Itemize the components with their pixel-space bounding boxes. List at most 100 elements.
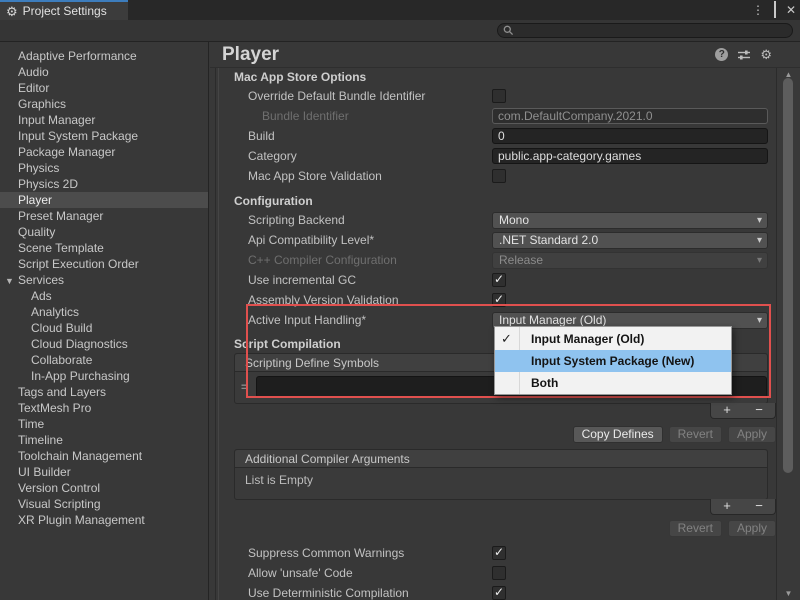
sidebar-item-script-execution-order[interactable]: Script Execution Order: [0, 256, 208, 272]
window-menu-icon[interactable]: ⋮: [752, 4, 764, 16]
sidebar-item-visual-scripting[interactable]: Visual Scripting: [0, 496, 208, 512]
assembly-version-validation-checkbox[interactable]: [492, 293, 506, 307]
sidebar-item-label: Physics: [18, 161, 59, 175]
sidebar-item-label: Timeline: [18, 433, 63, 447]
chevron-down-icon: ▾: [757, 233, 762, 248]
menu-item-label: Both: [531, 376, 558, 390]
menu-item-label: Input Manager (Old): [531, 332, 644, 346]
sidebar-item-input-manager[interactable]: Input Manager: [0, 112, 208, 128]
suppress-common-warnings-checkbox[interactable]: [492, 546, 506, 560]
apply-button-2[interactable]: Apply: [728, 520, 776, 537]
sidebar-item-cloud-build[interactable]: Cloud Build: [0, 320, 208, 336]
additional-compiler-arguments-box: Additional Compiler Arguments List is Em…: [234, 449, 768, 500]
search-input[interactable]: [497, 23, 793, 38]
sidebar-item-package-manager[interactable]: Package Manager: [0, 144, 208, 160]
sidebar-item-label: Quality: [18, 225, 55, 239]
api-compatibility-level-dropdown[interactable]: .NET Standard 2.0 ▾: [492, 232, 768, 249]
sidebar-item-tags-and-layers[interactable]: Tags and Layers: [0, 384, 208, 400]
sidebar-item-graphics[interactable]: Graphics: [0, 96, 208, 112]
sidebar-item-time[interactable]: Time: [0, 416, 208, 432]
section-configuration: Configuration: [210, 192, 776, 210]
maximize-icon[interactable]: [774, 1, 776, 18]
sidebar-item-version-control[interactable]: Version Control: [0, 480, 208, 496]
setting-row: Use Deterministic Compilation: [210, 583, 776, 600]
sidebar-item-physics-2d[interactable]: Physics 2D: [0, 176, 208, 192]
sidebar-item-analytics[interactable]: Analytics: [0, 304, 208, 320]
tab-bar: ⚙ Project Settings ⋮ ✕: [0, 0, 800, 20]
help-icon[interactable]: ?: [715, 48, 728, 61]
close-icon[interactable]: ✕: [786, 4, 796, 16]
sidebar-item-adaptive-performance[interactable]: Adaptive Performance: [0, 48, 208, 64]
field-label: Api Compatibility Level*: [248, 230, 374, 250]
scrollbar-thumb[interactable]: [783, 78, 793, 473]
sidebar-item-label: Services: [18, 273, 64, 287]
field-label: Override Default Bundle Identifier: [248, 86, 425, 106]
setting-row: Mac App Store Validation: [210, 166, 776, 186]
scroll-down-icon[interactable]: ▼: [777, 589, 800, 598]
chevron-down-icon: ▾: [757, 253, 762, 268]
category-field[interactable]: public.app-category.games: [492, 148, 768, 164]
sidebar-item-timeline[interactable]: Timeline: [0, 432, 208, 448]
build-field[interactable]: 0: [492, 128, 768, 144]
allow-unsafe-code-checkbox[interactable]: [492, 566, 506, 580]
override-default-bundle-identifier-checkbox[interactable]: [492, 89, 506, 103]
revert-button[interactable]: Revert: [669, 426, 722, 443]
section-mac-app-store-options: Mac App Store Options: [210, 68, 776, 86]
dropdown-value: .NET Standard 2.0: [499, 233, 598, 247]
sidebar-item-collaborate[interactable]: Collaborate: [0, 352, 208, 368]
field-label: C++ Compiler Configuration: [248, 250, 397, 270]
menu-item-input-system-package-new[interactable]: Input System Package (New): [495, 350, 731, 372]
sidebar-item-player[interactable]: Player: [0, 192, 208, 208]
sidebar-item-services[interactable]: ▼ Services: [0, 272, 208, 288]
sidebar-item-label: Graphics: [18, 97, 66, 111]
sidebar-item-toolchain-management[interactable]: Toolchain Management: [0, 448, 208, 464]
sidebar-item-label: Toolchain Management: [18, 449, 142, 463]
remove-argument-button[interactable]: −: [743, 499, 775, 514]
sidebar-item-xr-plugin-management[interactable]: XR Plugin Management: [0, 512, 208, 528]
dropdown-value: Input Manager (Old): [499, 313, 606, 327]
apply-button[interactable]: Apply: [728, 426, 776, 443]
add-define-button[interactable]: +: [711, 403, 743, 418]
sidebar-item-scene-template[interactable]: Scene Template: [0, 240, 208, 256]
add-argument-button[interactable]: +: [711, 499, 743, 514]
tab-project-settings[interactable]: ⚙ Project Settings: [0, 0, 128, 20]
menu-item-both[interactable]: Both: [495, 372, 731, 394]
sidebar-item-label: Version Control: [18, 481, 100, 495]
field-label: Use Deterministic Compilation: [248, 583, 409, 600]
setting-row: Override Default Bundle Identifier: [210, 86, 776, 106]
revert-button-2[interactable]: Revert: [669, 520, 722, 537]
mac-app-store-validation-checkbox[interactable]: [492, 169, 506, 183]
sidebar-item-ads[interactable]: Ads: [0, 288, 208, 304]
compiler-arguments-header: Additional Compiler Arguments: [235, 450, 767, 468]
use-incremental-gc-checkbox[interactable]: [492, 273, 506, 287]
use-deterministic-compilation-checkbox[interactable]: [492, 586, 506, 600]
field-label: Allow 'unsafe' Code: [248, 563, 353, 583]
sidebar-item-cloud-diagnostics[interactable]: Cloud Diagnostics: [0, 336, 208, 352]
sidebar-item-label: Analytics: [31, 305, 79, 319]
gear-icon[interactable]: ⚙: [760, 48, 772, 61]
scripting-backend-dropdown[interactable]: Mono▾: [492, 212, 768, 229]
preset-icon[interactable]: [737, 49, 751, 61]
menu-item-input-manager-old[interactable]: ✓Input Manager (Old): [495, 328, 731, 350]
remove-define-button[interactable]: −: [743, 403, 775, 418]
field-label: Scripting Backend: [248, 210, 345, 230]
sidebar-item-physics[interactable]: Physics: [0, 160, 208, 176]
sidebar-item-audio[interactable]: Audio: [0, 64, 208, 80]
setting-row: Build0: [210, 126, 776, 146]
sidebar-item-in-app-purchasing[interactable]: In-App Purchasing: [0, 368, 208, 384]
sidebar-item-label: Cloud Build: [31, 321, 92, 335]
sidebar-item-ui-builder[interactable]: UI Builder: [0, 464, 208, 480]
copy-defines-button[interactable]: Copy Defines: [573, 426, 663, 443]
field-label: Suppress Common Warnings: [248, 543, 404, 563]
sidebar-item-preset-manager[interactable]: Preset Manager: [0, 208, 208, 224]
sidebar-item-label: Collaborate: [31, 353, 92, 367]
sidebar-item-textmesh-pro[interactable]: TextMesh Pro: [0, 400, 208, 416]
sidebar-item-input-system-package[interactable]: Input System Package: [0, 128, 208, 144]
dropdown-value: Release: [499, 253, 543, 267]
drag-handle-icon[interactable]: =: [241, 380, 248, 394]
sidebar-item-label: UI Builder: [18, 465, 71, 479]
foldout-arrow-icon[interactable]: ▼: [5, 273, 14, 289]
sidebar-item-editor[interactable]: Editor: [0, 80, 208, 96]
sidebar-item-quality[interactable]: Quality: [0, 224, 208, 240]
sidebar-item-label: Physics 2D: [18, 177, 78, 191]
